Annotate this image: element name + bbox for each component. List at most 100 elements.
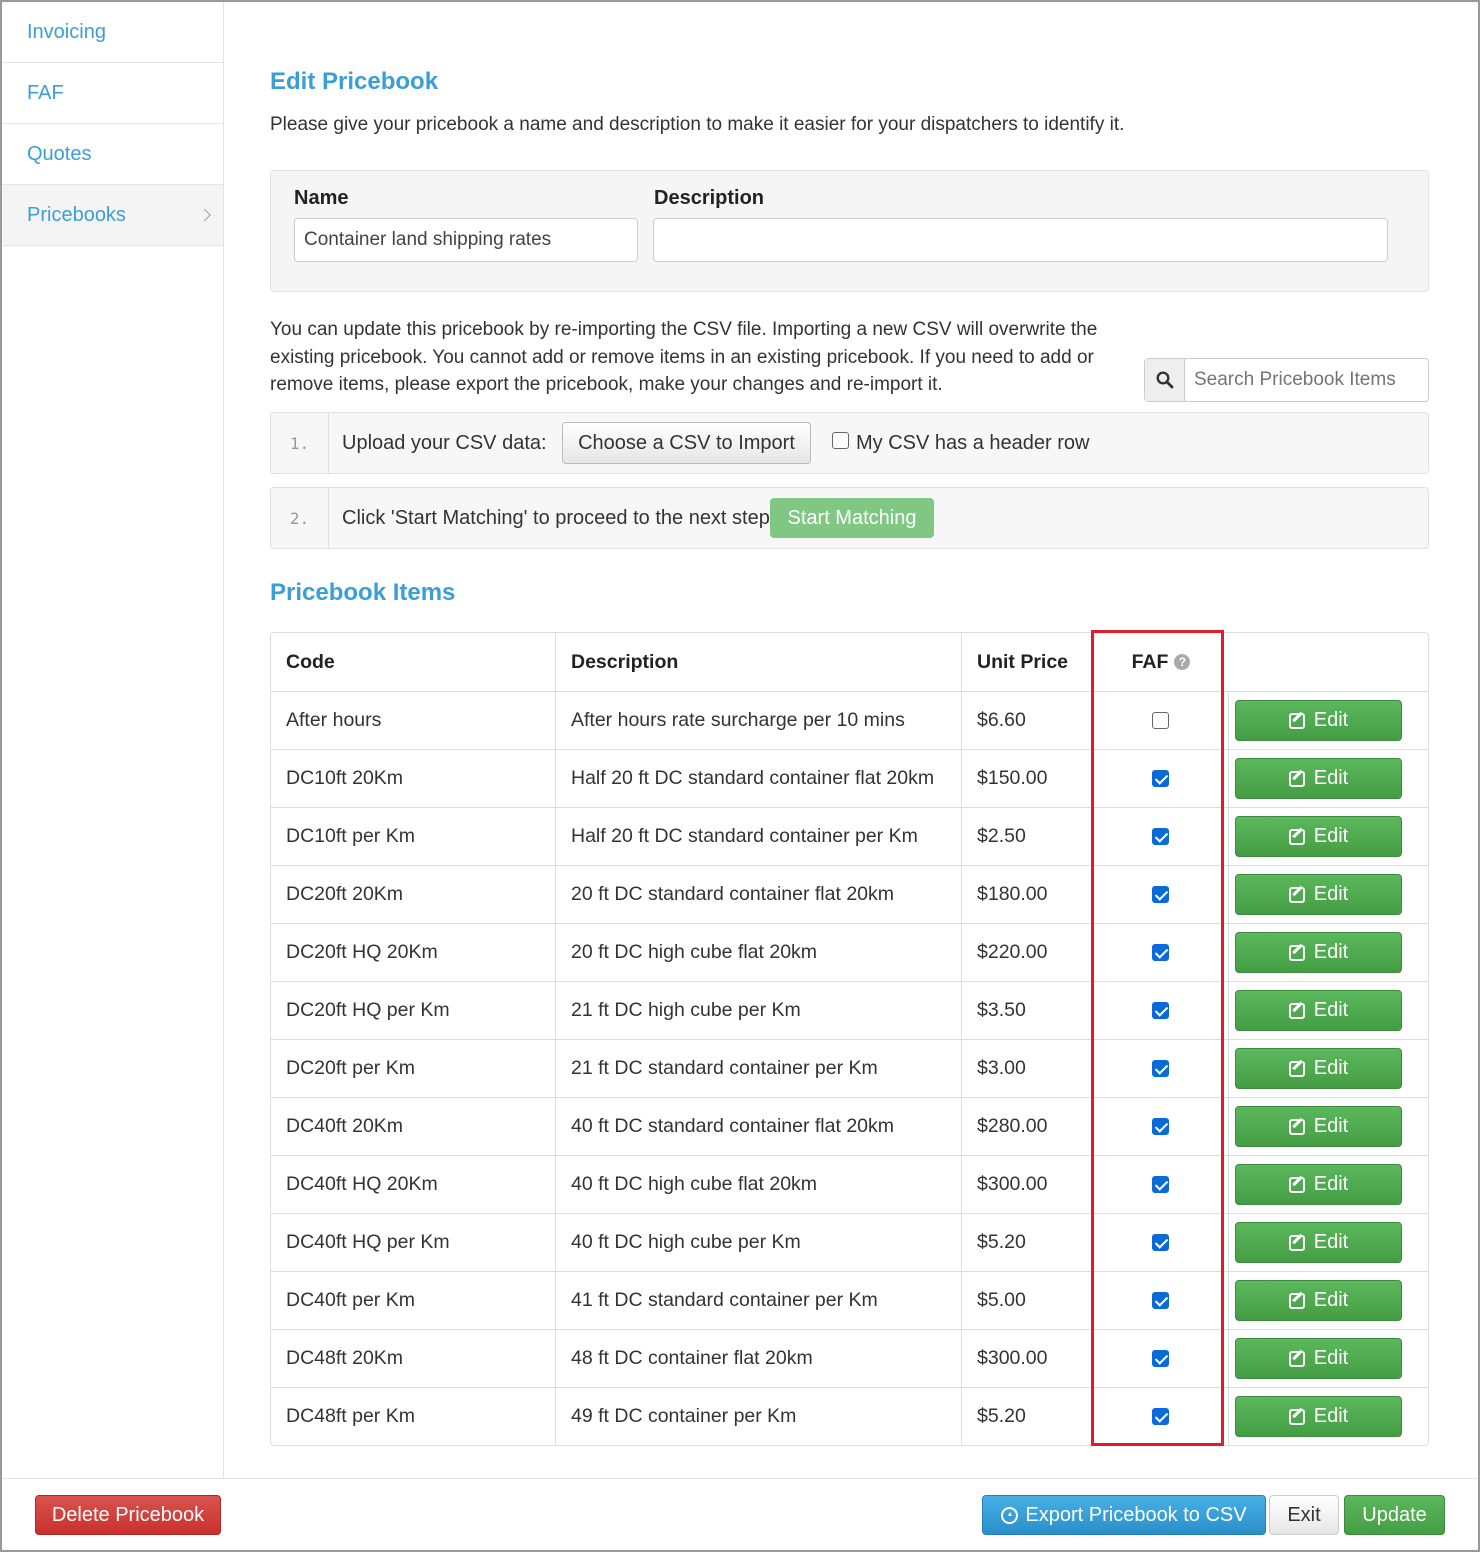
- table-row: DC10ft 20Km Half 20 ft DC standard contai…: [271, 749, 1428, 807]
- step-text: Click 'Start Matching' to proceed to the…: [342, 506, 776, 529]
- column-header-code[interactable]: Code: [271, 633, 556, 691]
- cell-actions: Edit: [1229, 1156, 1428, 1213]
- cell-code: After hours: [271, 692, 556, 749]
- cell-unit-price: $300.00: [962, 1156, 1093, 1213]
- edit-button[interactable]: Edit: [1235, 1338, 1402, 1379]
- cell-actions: Edit: [1229, 750, 1428, 807]
- edit-label: Edit: [1313, 1405, 1349, 1427]
- step-number: 1.: [271, 413, 329, 473]
- sidebar-item-label: Invoicing: [27, 20, 106, 43]
- cell-unit-price: $2.50: [962, 808, 1093, 865]
- choose-csv-button[interactable]: Choose a CSV to Import: [562, 422, 811, 464]
- edit-button[interactable]: Edit: [1235, 1048, 1402, 1089]
- edit-label: Edit: [1313, 883, 1349, 905]
- edit-button[interactable]: Edit: [1235, 1222, 1402, 1263]
- footer-bar: Delete Pricebook Export Pricebook to CSV…: [2, 1478, 1478, 1550]
- sidebar-item-quotes[interactable]: Quotes: [2, 124, 223, 185]
- cell-description: 20 ft DC high cube flat 20km: [556, 924, 962, 981]
- cell-code: DC20ft per Km: [271, 1040, 556, 1097]
- intro-text: Please give your pricebook a name and de…: [270, 114, 1125, 135]
- table-row: DC40ft per Km 41 ft DC standard container…: [271, 1271, 1428, 1329]
- cell-description: 49 ft DC container per Km: [556, 1388, 962, 1445]
- exit-button[interactable]: Exit: [1269, 1495, 1339, 1535]
- edit-label: Edit: [1313, 1231, 1349, 1253]
- cell-code: DC20ft 20Km: [271, 866, 556, 923]
- sidebar-item-faf[interactable]: FAF: [2, 63, 223, 124]
- sidebar-item-label: Quotes: [27, 142, 92, 165]
- search-input[interactable]: [1185, 359, 1425, 401]
- cell-actions: Edit: [1229, 1040, 1428, 1097]
- description-label: Description: [654, 187, 765, 209]
- pricebook-details-panel: Name Container land shipping rates Descr…: [270, 170, 1429, 292]
- cell-code: DC20ft HQ per Km: [271, 982, 556, 1039]
- start-matching-button[interactable]: Start Matching: [770, 498, 934, 538]
- edit-label: Edit: [1313, 709, 1349, 731]
- edit-button[interactable]: Edit: [1235, 1164, 1402, 1205]
- edit-button[interactable]: Edit: [1235, 1280, 1402, 1321]
- table-row: DC10ft per Km Half 20 ft DC standard cont…: [271, 807, 1428, 865]
- edit-label: Edit: [1313, 1057, 1349, 1079]
- upload-icon: [1001, 1506, 1019, 1524]
- table-row: DC40ft HQ 20Km 40 ft DC high cube flat 20…: [271, 1155, 1428, 1213]
- cell-code: DC48ft 20Km: [271, 1330, 556, 1387]
- cell-actions: Edit: [1229, 1388, 1428, 1445]
- edit-icon: [1288, 712, 1305, 729]
- edit-button[interactable]: Edit: [1235, 990, 1402, 1031]
- edit-icon: [1288, 1176, 1305, 1193]
- cell-description: 40 ft DC high cube per Km: [556, 1214, 962, 1271]
- edit-button[interactable]: Edit: [1235, 816, 1402, 857]
- edit-icon: [1288, 886, 1305, 903]
- cell-description: 40 ft DC standard container flat 20km: [556, 1098, 962, 1155]
- edit-icon: [1288, 828, 1305, 845]
- cell-unit-price: $5.00: [962, 1272, 1093, 1329]
- cell-description: 41 ft DC standard container per Km: [556, 1272, 962, 1329]
- cell-description: After hours rate surcharge per 10 mins: [556, 692, 962, 749]
- delete-pricebook-button[interactable]: Delete Pricebook: [35, 1495, 221, 1535]
- edit-button[interactable]: Edit: [1235, 874, 1402, 915]
- cell-unit-price: $220.00: [962, 924, 1093, 981]
- column-header-actions: [1229, 633, 1428, 691]
- cell-unit-price: $150.00: [962, 750, 1093, 807]
- faf-column-highlight: [1091, 630, 1224, 1446]
- cell-actions: Edit: [1229, 982, 1428, 1039]
- description-field[interactable]: [653, 218, 1388, 262]
- cell-actions: Edit: [1229, 866, 1428, 923]
- name-field[interactable]: Container land shipping rates: [294, 218, 638, 262]
- table-row: DC40ft 20Km 40 ft DC standard container f…: [271, 1097, 1428, 1155]
- cell-unit-price: $280.00: [962, 1098, 1093, 1155]
- cell-code: DC40ft HQ 20Km: [271, 1156, 556, 1213]
- cell-code: DC10ft per Km: [271, 808, 556, 865]
- cell-code: DC40ft 20Km: [271, 1098, 556, 1155]
- table-row: DC48ft per Km 49 ft DC container per Km $5…: [271, 1387, 1428, 1445]
- cell-code: DC40ft per Km: [271, 1272, 556, 1329]
- table-row: DC20ft per Km 21 ft DC standard container…: [271, 1039, 1428, 1097]
- table-row: DC20ft HQ 20Km 20 ft DC high cube flat 20…: [271, 923, 1428, 981]
- edit-button[interactable]: Edit: [1235, 700, 1402, 741]
- edit-label: Edit: [1313, 767, 1349, 789]
- edit-icon: [1288, 770, 1305, 787]
- cell-actions: Edit: [1229, 1098, 1428, 1155]
- search-box: [1144, 358, 1429, 402]
- column-header-unit-price[interactable]: Unit Price: [962, 633, 1093, 691]
- edit-icon: [1288, 1002, 1305, 1019]
- chevron-right-icon: [198, 208, 211, 222]
- cell-actions: Edit: [1229, 924, 1428, 981]
- import-step-1: 1. Upload your CSV data: Choose a CSV to…: [270, 412, 1429, 474]
- export-csv-button[interactable]: Export Pricebook to CSV: [982, 1495, 1266, 1535]
- edit-button[interactable]: Edit: [1235, 932, 1402, 973]
- cell-unit-price: $180.00: [962, 866, 1093, 923]
- header-row-checkbox[interactable]: [832, 431, 849, 449]
- edit-button[interactable]: Edit: [1235, 758, 1402, 799]
- edit-button[interactable]: Edit: [1235, 1396, 1402, 1437]
- update-button[interactable]: Update: [1344, 1495, 1445, 1535]
- edit-icon: [1288, 1060, 1305, 1077]
- column-header-description[interactable]: Description: [556, 633, 962, 691]
- header-row-label: My CSV has a header row: [856, 431, 1090, 454]
- sidebar-item-pricebooks[interactable]: Pricebooks: [2, 185, 223, 246]
- edit-label: Edit: [1313, 941, 1349, 963]
- sidebar-item-invoicing[interactable]: Invoicing: [2, 2, 223, 63]
- name-label: Name: [294, 187, 349, 209]
- cell-unit-price: $6.60: [962, 692, 1093, 749]
- edit-button[interactable]: Edit: [1235, 1106, 1402, 1147]
- edit-label: Edit: [1313, 825, 1349, 847]
